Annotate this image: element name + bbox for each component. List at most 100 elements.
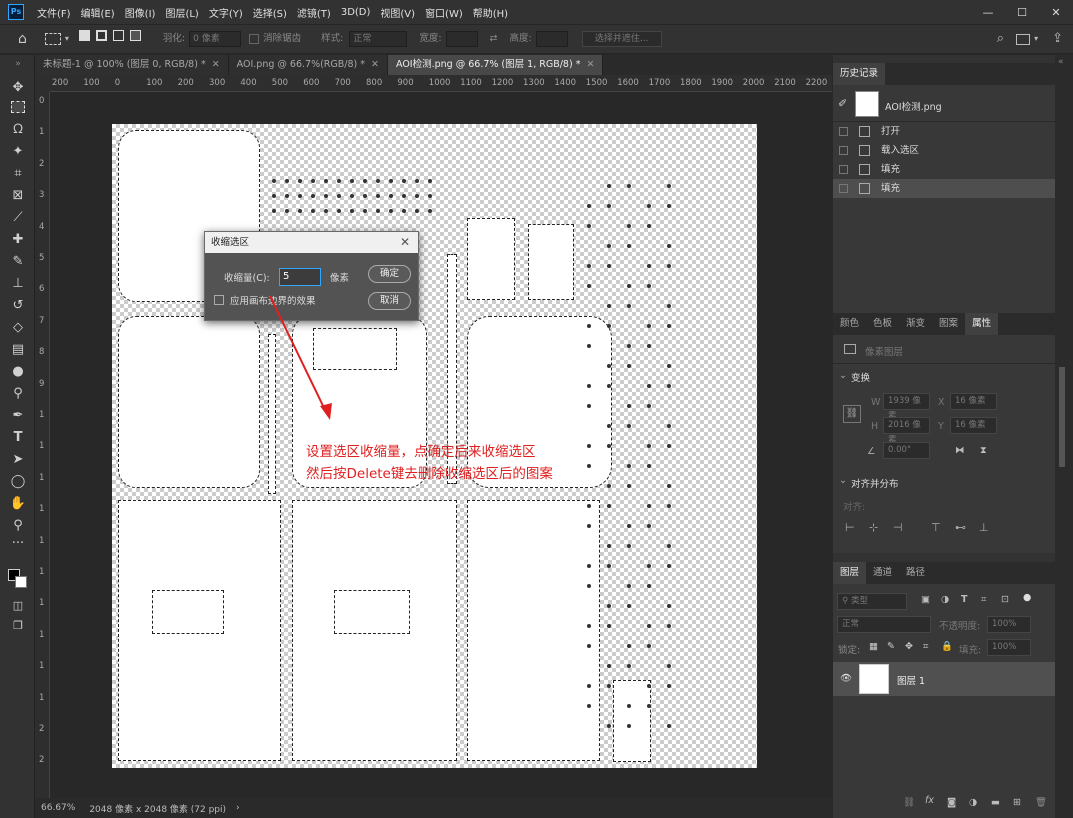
move-tool-icon[interactable]: ✥ bbox=[9, 79, 27, 97]
zoom-tool-icon[interactable]: ⚲ bbox=[9, 517, 27, 535]
apply-edge-checkbox[interactable] bbox=[214, 295, 224, 305]
collapse-icon[interactable]: » bbox=[9, 55, 27, 73]
tab-aoi-detect[interactable]: AOI检测.png @ 66.7% (图层 1, RGB/8) * ✕ bbox=[387, 55, 604, 75]
clone-stamp-icon[interactable]: ⊥ bbox=[9, 275, 27, 293]
lock-artboard-icon[interactable]: ⌗ bbox=[923, 641, 928, 652]
menu-select[interactable]: 选择(S) bbox=[248, 5, 292, 20]
tab-properties[interactable]: 属性 bbox=[965, 313, 999, 335]
opacity-input[interactable]: 100% bbox=[987, 616, 1031, 633]
width-input[interactable] bbox=[445, 31, 478, 47]
group-folder-icon[interactable]: ▬ bbox=[991, 797, 1000, 808]
search-icon[interactable]: ⌕ bbox=[997, 30, 1004, 48]
properties-scrollbar[interactable] bbox=[1059, 367, 1065, 467]
layer-name[interactable]: 图层 1 bbox=[897, 673, 925, 687]
select-and-mask-button[interactable]: 选择并遮住... bbox=[581, 31, 662, 47]
tab-channels[interactable]: 通道 bbox=[866, 562, 899, 584]
feather-input[interactable]: 0 像素 bbox=[189, 31, 242, 47]
filter-smart-icon[interactable]: ⊡ bbox=[1001, 594, 1009, 605]
filter-toggle-icon[interactable]: ● bbox=[1023, 592, 1031, 603]
link-icon[interactable]: ⛓ bbox=[843, 405, 861, 423]
more-tools-icon[interactable]: ··· bbox=[9, 535, 27, 553]
filter-type-icon[interactable]: T bbox=[961, 594, 967, 605]
snapshot-name[interactable]: AOI检测.png bbox=[885, 99, 942, 113]
history-brush-icon[interactable]: ↺ bbox=[9, 297, 27, 315]
ellipse-tool-icon[interactable]: ◯ bbox=[9, 473, 27, 491]
intersect-selection-icon[interactable] bbox=[129, 30, 141, 41]
delete-layer-icon[interactable]: 🗑 bbox=[1035, 797, 1047, 808]
align-center-icon[interactable]: ⊹ bbox=[869, 521, 878, 534]
collapse-panels-icon[interactable]: « bbox=[1058, 57, 1064, 67]
tab-gradients[interactable]: 渐变 bbox=[899, 313, 932, 335]
path-select-icon[interactable]: ➤ bbox=[9, 451, 27, 469]
pen-tool-icon[interactable]: ✒ bbox=[9, 407, 27, 425]
chevron-down-icon[interactable]: ▾ bbox=[65, 30, 69, 48]
contract-amount-input[interactable]: 5 bbox=[279, 268, 321, 286]
history-item-active[interactable]: 填充 bbox=[833, 179, 1055, 198]
chevron-down-icon[interactable]: ⌄ bbox=[839, 475, 847, 486]
tab-patterns[interactable]: 图案 bbox=[932, 313, 965, 335]
align-left-icon[interactable]: ⊢ bbox=[845, 521, 855, 534]
close-tab-icon[interactable]: ✕ bbox=[371, 59, 379, 70]
ok-button[interactable]: 确定 bbox=[368, 265, 411, 283]
adjustment-layer-icon[interactable]: ◑ bbox=[969, 797, 977, 808]
marquee-tool-icon[interactable] bbox=[11, 101, 25, 113]
menu-layer[interactable]: 图层(L) bbox=[160, 5, 203, 20]
add-selection-icon[interactable] bbox=[95, 30, 107, 41]
swap-icon[interactable]: ⇄ bbox=[490, 30, 498, 48]
fx-icon[interactable]: fx bbox=[925, 795, 934, 806]
menu-image[interactable]: 图像(I) bbox=[120, 5, 161, 20]
filter-adjustment-icon[interactable]: ◑ bbox=[941, 594, 949, 605]
eraser-icon[interactable]: ◇ bbox=[9, 319, 27, 337]
background-color-icon[interactable] bbox=[15, 576, 27, 588]
dialog-close-icon[interactable]: ✕ bbox=[400, 232, 410, 253]
tab-paths[interactable]: 路径 bbox=[899, 562, 932, 584]
link-layers-icon[interactable]: ⛓ bbox=[903, 797, 915, 808]
chevron-down-icon[interactable]: ⌄ bbox=[839, 370, 847, 381]
menu-file[interactable]: 文件(F) bbox=[32, 5, 76, 20]
home-icon[interactable]: ⌂ bbox=[18, 30, 27, 48]
lock-all-icon[interactable]: 🔒 bbox=[941, 641, 953, 652]
align-bottom-icon[interactable]: ⊥ bbox=[979, 521, 989, 534]
x-field[interactable]: 16 像素 bbox=[950, 393, 997, 410]
type-tool-icon[interactable]: T bbox=[9, 429, 27, 447]
history-item[interactable]: 载入选区 bbox=[833, 141, 1055, 160]
flip-vertical-icon[interactable]: ⧗ bbox=[980, 445, 987, 456]
blur-tool-icon[interactable]: ● bbox=[9, 363, 27, 381]
align-top-icon[interactable]: ⊤ bbox=[931, 521, 941, 534]
lock-image-icon[interactable]: ✎ bbox=[887, 641, 895, 652]
restore-button[interactable]: ☐ bbox=[1005, 6, 1039, 19]
filter-pixel-icon[interactable]: ▣ bbox=[921, 594, 930, 605]
tab-color[interactable]: 颜色 bbox=[833, 313, 866, 335]
menu-window[interactable]: 窗口(W) bbox=[420, 5, 468, 20]
menu-filter[interactable]: 滤镜(T) bbox=[292, 5, 336, 20]
height-field[interactable]: 2016 像素 bbox=[883, 417, 930, 445]
status-arrow-icon[interactable]: › bbox=[236, 803, 240, 813]
tab-layers[interactable]: 图层 bbox=[833, 562, 867, 584]
align-right-icon[interactable]: ⊣ bbox=[893, 521, 903, 534]
filter-shape-icon[interactable]: ⌗ bbox=[981, 594, 986, 605]
blend-mode-select[interactable]: 正常 bbox=[837, 616, 931, 633]
new-selection-icon[interactable] bbox=[78, 30, 90, 41]
antialias-checkbox[interactable] bbox=[249, 34, 260, 44]
healing-brush-icon[interactable]: ✚ bbox=[9, 231, 27, 249]
history-brush-source-icon[interactable]: ✐ bbox=[838, 97, 847, 110]
dodge-tool-icon[interactable]: ⚲ bbox=[9, 385, 27, 403]
zoom-level[interactable]: 66.67% bbox=[41, 803, 75, 813]
minimize-button[interactable]: — bbox=[971, 6, 1005, 19]
hand-tool-icon[interactable]: ✋ bbox=[9, 495, 27, 513]
tab-aoi[interactable]: AOI.png @ 66.7%(RGB/8) * ✕ bbox=[228, 55, 388, 75]
y-field[interactable]: 16 像素 bbox=[950, 417, 997, 434]
tab-history[interactable]: 历史记录 bbox=[833, 63, 886, 85]
close-tab-icon[interactable]: ✕ bbox=[586, 59, 594, 70]
style-select[interactable]: 正常 bbox=[349, 31, 408, 47]
history-item[interactable]: 打开 bbox=[833, 122, 1055, 141]
menu-view[interactable]: 视图(V) bbox=[375, 5, 420, 20]
brush-tool-icon[interactable]: ✎ bbox=[9, 253, 27, 271]
subtract-selection-icon[interactable] bbox=[112, 30, 124, 41]
crop-tool-icon[interactable]: ⌗ bbox=[9, 165, 27, 183]
lasso-tool-icon[interactable]: ᘯ bbox=[9, 121, 27, 139]
lock-transparent-icon[interactable]: ▦ bbox=[869, 641, 878, 652]
marquee-preset-icon[interactable] bbox=[44, 33, 61, 45]
workspace-chevron-icon[interactable]: ▾ bbox=[1034, 30, 1038, 48]
share-icon[interactable]: ⇪ bbox=[1052, 30, 1063, 48]
